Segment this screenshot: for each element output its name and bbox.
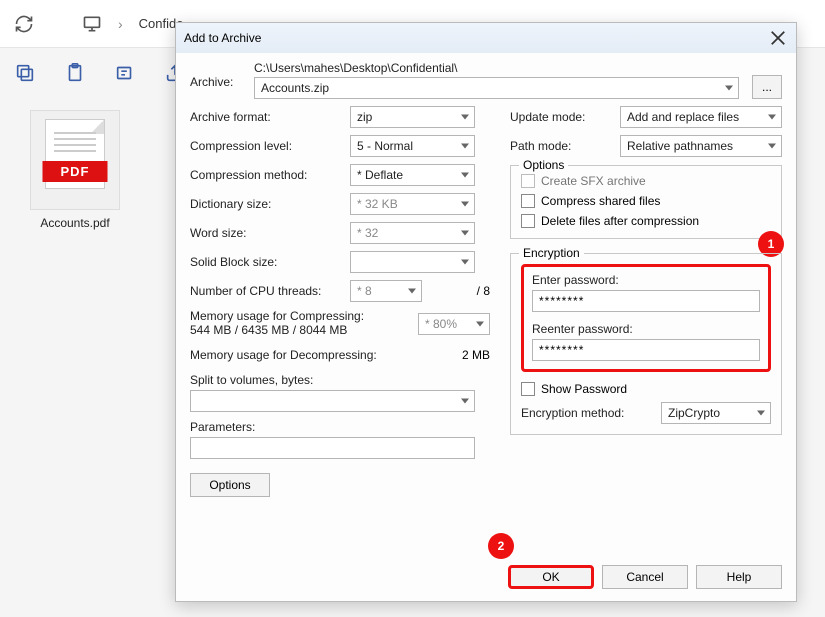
mem-decompress-value: 2 MB [462,348,490,362]
left-column: Archive format: zip Compression level: 5… [190,106,490,497]
browse-button[interactable]: ... [752,75,782,99]
solid-block-combo[interactable] [350,251,475,273]
mem-compress-detail: 544 MB / 6435 MB / 8044 MB [190,323,390,337]
monitor-icon[interactable] [82,14,102,34]
archive-format-combo[interactable]: zip [350,106,475,128]
dialog-title: Add to Archive [184,31,768,45]
encryption-groupbox: Encryption Enter password: ******** Reen… [510,253,782,435]
encryption-method-combo[interactable]: ZipCrypto [661,402,771,424]
encryption-highlight: Enter password: ******** Reenter passwor… [521,264,771,372]
mem-decompress-label: Memory usage for Decompressing: [190,348,462,362]
copy-icon[interactable] [14,62,36,84]
clipboard-icon[interactable] [64,62,86,84]
reenter-password-input[interactable]: ******** [532,339,760,361]
compression-level-combo[interactable]: 5 - Normal [350,135,475,157]
archive-format-label: Archive format: [190,110,350,124]
dictionary-size-label: Dictionary size: [190,197,350,211]
enter-password-label: Enter password: [532,273,760,287]
archive-name-combo[interactable]: Accounts.zip [254,77,739,99]
file-item[interactable]: PDF Accounts.pdf [20,110,130,230]
chevron-right-icon: › [116,16,125,32]
options-button[interactable]: Options [190,473,270,497]
archive-label: Archive: [190,61,254,89]
cancel-button[interactable]: Cancel [602,565,688,589]
split-label: Split to volumes, bytes: [190,373,490,387]
mem-compress-combo[interactable]: * 80% [418,313,490,335]
pdf-badge: PDF [43,161,108,182]
path-mode-label: Path mode: [510,139,620,153]
add-to-archive-dialog: Add to Archive Archive: C:\Users\mahes\D… [175,22,797,602]
solid-block-label: Solid Block size: [190,255,350,269]
dialog-titlebar: Add to Archive [176,23,796,53]
refresh-icon[interactable] [14,14,34,34]
create-sfx-checkbox[interactable]: Create SFX archive [521,174,771,188]
rename-icon[interactable] [114,62,136,84]
update-mode-combo[interactable]: Add and replace files [620,106,782,128]
parameters-label: Parameters: [190,420,490,434]
compression-level-label: Compression level: [190,139,350,153]
options-groupbox: Options Create SFX archive Compress shar… [510,165,782,239]
encryption-method-label: Encryption method: [521,406,641,420]
cpu-threads-total: / 8 [477,284,490,298]
path-mode-combo[interactable]: Relative pathnames [620,135,782,157]
pdf-thumbnail: PDF [30,110,120,210]
reenter-password-label: Reenter password: [532,322,760,336]
options-legend: Options [519,158,568,172]
dictionary-size-combo[interactable]: * 32 KB [350,193,475,215]
parameters-input[interactable] [190,437,475,459]
compression-method-combo[interactable]: * Deflate [350,164,475,186]
word-size-label: Word size: [190,226,350,240]
word-size-combo[interactable]: * 32 [350,222,475,244]
cpu-threads-label: Number of CPU threads: [190,284,350,298]
update-mode-label: Update mode: [510,110,620,124]
show-password-checkbox[interactable]: Show Password [521,382,771,396]
dialog-footer: OK Cancel Help [508,565,782,589]
close-icon[interactable] [768,28,788,48]
right-column: Update mode: Add and replace files Path … [510,106,782,497]
split-combo[interactable] [190,390,475,412]
file-label: Accounts.pdf [20,216,130,230]
enter-password-input[interactable]: ******** [532,290,760,312]
help-button[interactable]: Help [696,565,782,589]
archive-path-text: C:\Users\mahes\Desktop\Confidential\ [254,61,744,75]
encryption-legend: Encryption [519,246,584,260]
mem-compress-label: Memory usage for Compressing: [190,309,390,323]
compression-method-label: Compression method: [190,168,350,182]
callout-2: 2 [488,533,514,559]
delete-after-checkbox[interactable]: Delete files after compression [521,214,771,228]
compress-shared-checkbox[interactable]: Compress shared files [521,194,771,208]
ok-button[interactable]: OK [508,565,594,589]
cpu-threads-combo[interactable]: * 8 [350,280,422,302]
